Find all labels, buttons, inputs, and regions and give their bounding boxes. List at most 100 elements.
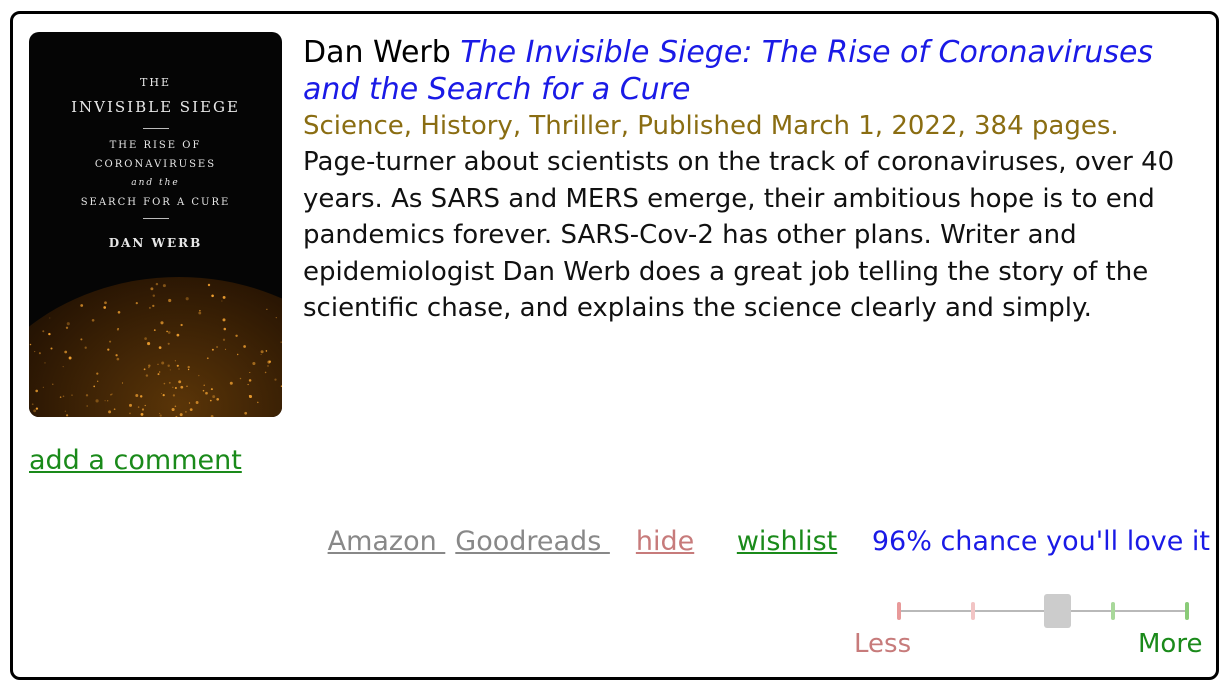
slider-tick-5[interactable] [1185,602,1189,620]
city-light-dot [222,295,226,299]
city-light-dot [144,404,146,407]
city-light-dot [265,350,268,352]
title-line: Dan Werb The Invisible Siege: The Rise o… [303,34,1218,108]
city-light-dot [85,394,89,397]
goodreads-link[interactable]: Goodreads [455,526,610,557]
city-light-dot [145,374,149,377]
city-light-dot [115,354,118,357]
city-light-dot [50,347,53,350]
city-light-dot [62,395,65,398]
city-light-dot [144,337,147,340]
city-light-dot [267,360,271,364]
book-cover-image: THE INVISIBLE SIEGE THE RISE OF CORONAVI… [29,32,282,417]
city-light-dot [96,372,99,375]
city-light-dot [166,330,168,333]
city-light-dot [236,353,239,356]
amazon-link[interactable]: Amazon [328,526,446,557]
city-light-dot [48,332,51,336]
city-light-dot [222,318,226,322]
rating-slider[interactable] [885,592,1199,632]
city-light-dot [180,385,184,389]
author-name: Dan Werb [303,35,451,70]
city-light-dot [162,394,165,397]
city-light-dot [84,346,87,349]
cover-divider [143,128,169,129]
city-light-dot [59,396,62,398]
city-light-dot [176,364,179,367]
city-light-dot [180,323,183,327]
slider-tick-2[interactable] [971,602,975,620]
city-light-dot [167,364,170,367]
city-light-dot [257,401,259,404]
city-light-dot [108,410,112,414]
city-light-dot [95,399,99,403]
city-light-dot [64,410,67,412]
city-light-dot [167,331,171,334]
city-light-dot [222,338,226,341]
wishlist-link[interactable]: wishlist [737,526,837,557]
city-light-dot [161,361,165,365]
city-light-dot [62,365,64,368]
city-light-dot [248,394,253,399]
hide-link[interactable]: hide [636,526,694,557]
city-light-dot [158,346,162,349]
city-light-dot [202,389,205,392]
city-light-dot [248,379,252,382]
city-light-dot [35,407,39,410]
city-light-dot [168,298,172,303]
slider-tick-4[interactable] [1111,602,1115,620]
city-light-dot [121,382,124,384]
city-light-dot [157,363,159,365]
city-light-dot [135,394,139,397]
city-light-dot [221,300,223,302]
city-light-dot [116,357,120,361]
city-light-dot [178,380,182,384]
city-light-dot [203,384,205,386]
slider-tick-1[interactable] [897,602,901,620]
city-light-dot [93,385,96,388]
slider-handle[interactable] [1044,594,1072,628]
city-light-dot [148,366,150,369]
book-description: Page-turner about scientists on the trac… [303,147,1175,323]
city-light-dot [152,304,155,308]
city-light-dot [176,333,180,337]
city-light-dot [104,400,106,402]
city-light-dot [64,350,68,354]
cover-divider [143,218,169,219]
cover-text-author: DAN WERB [108,236,203,250]
city-light-dot [260,350,264,354]
city-light-dot [243,345,246,348]
city-light-dot [178,368,180,370]
city-light-dot [103,306,107,309]
city-light-dot [171,407,175,412]
city-light-dot [38,352,41,355]
city-light-dot [275,316,277,319]
city-light-dot [207,283,211,287]
city-light-dot [264,371,267,374]
city-light-dot [150,287,154,291]
city-light-dot [129,412,131,415]
city-light-dot [174,386,177,390]
city-light-dot [135,301,138,305]
city-light-dot [247,383,249,386]
add-comment-link[interactable]: add a comment [29,445,242,476]
city-light-dot [141,408,145,411]
city-light-dot [235,334,238,338]
city-light-dot [252,361,256,366]
city-light-dot [224,348,227,351]
city-light-dot [209,399,212,402]
slider-track[interactable] [897,610,1188,612]
city-light-dot [139,395,143,398]
city-light-dot [198,374,200,377]
city-light-dot [206,357,209,360]
city-light-dot [267,365,269,367]
city-light-dot [274,378,277,381]
city-light-dot [172,394,176,397]
city-light-dot [159,371,161,373]
city-light-dot [110,393,112,396]
city-light-dot [104,301,107,305]
city-light-dot [52,383,54,385]
city-light-dot [172,386,174,388]
city-light-dot [91,318,95,322]
cover-text-subtitle-2: CORONAVIRUSES [94,159,217,170]
